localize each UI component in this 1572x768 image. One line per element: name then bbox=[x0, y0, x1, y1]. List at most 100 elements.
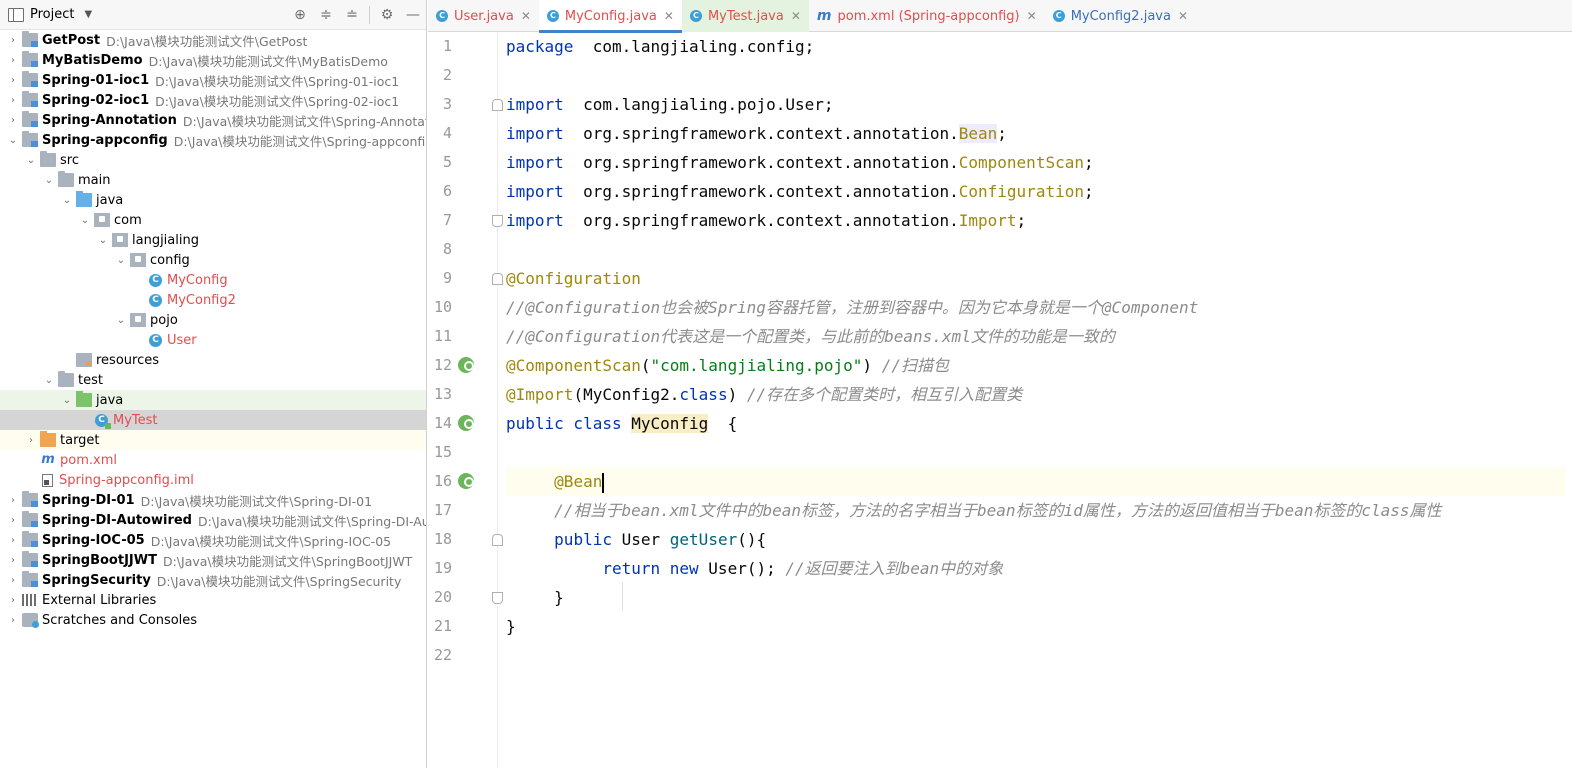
chevron-right-icon[interactable]: › bbox=[6, 35, 20, 46]
chevron-right-icon[interactable]: › bbox=[6, 535, 20, 546]
tree-item[interactable]: ⌄ main bbox=[0, 170, 426, 190]
gear-icon[interactable]: ⚙ bbox=[374, 2, 400, 28]
editor-tab[interactable]: C User.java ✕ bbox=[428, 0, 539, 32]
tree-item[interactable]: › MyBatisDemo D:\Java\模块功能测试文件\MyBatisDemo bbox=[0, 50, 426, 70]
tree-item[interactable]: ›CUser bbox=[0, 330, 426, 350]
tree-item[interactable]: › Spring-01-ioc1 D:\Java\模块功能测试文件\Spring-0… bbox=[0, 70, 426, 90]
module-icon bbox=[22, 571, 38, 587]
code-token: @Import bbox=[506, 385, 574, 404]
tree-item[interactable]: › Spring-DI-Autowired D:\Java\模块功能测试文件\Spr… bbox=[0, 510, 426, 530]
tree-item[interactable]: ⌄ Spring-appconfig D:\Java\模块功能测试文件\Spring… bbox=[0, 130, 426, 150]
close-icon[interactable]: ✕ bbox=[1027, 9, 1037, 23]
chevron-right-icon[interactable]: › bbox=[6, 55, 20, 66]
module-icon bbox=[22, 491, 38, 507]
collapse-all-icon[interactable]: ≐ bbox=[339, 2, 365, 28]
chevron-down-icon[interactable]: ⌄ bbox=[60, 395, 74, 406]
tree-item-label: SpringSecurity bbox=[42, 572, 151, 588]
close-icon[interactable]: ✕ bbox=[791, 9, 801, 23]
tree-item[interactable]: ⌄ com bbox=[0, 210, 426, 230]
tree-item[interactable]: ›Spring-appconfig.iml bbox=[0, 470, 426, 490]
libraries-icon bbox=[22, 594, 38, 606]
code-token: package bbox=[506, 37, 574, 56]
spring-bean-icon[interactable] bbox=[458, 415, 474, 431]
chevron-down-icon[interactable]: ▼ bbox=[84, 9, 92, 20]
fold-icon[interactable] bbox=[492, 273, 503, 285]
fold-icon[interactable] bbox=[492, 99, 503, 111]
chevron-down-icon[interactable]: ⌄ bbox=[114, 315, 128, 326]
tree-item[interactable]: › Scratches and Consoles bbox=[0, 610, 426, 630]
close-icon[interactable]: ✕ bbox=[521, 9, 531, 23]
code-token: ( bbox=[640, 356, 651, 375]
chevron-down-icon[interactable]: ⌄ bbox=[114, 255, 128, 266]
chevron-right-icon[interactable]: › bbox=[6, 515, 20, 526]
chevron-down-icon[interactable]: ⌄ bbox=[42, 375, 56, 386]
close-icon[interactable]: ✕ bbox=[664, 9, 674, 23]
code-token: com.langjialing.pojo.User; bbox=[563, 95, 834, 114]
chevron-right-icon[interactable]: › bbox=[6, 495, 20, 506]
code-line: public class MyConfig { bbox=[506, 409, 1566, 438]
tree-item[interactable]: ⌄ src bbox=[0, 150, 426, 170]
tree-item[interactable]: ›resources bbox=[0, 350, 426, 370]
indent-guide bbox=[622, 582, 623, 611]
line-number: 19 bbox=[433, 559, 452, 577]
chevron-right-icon[interactable]: › bbox=[6, 555, 20, 566]
tree-item[interactable]: ⌄ java bbox=[0, 390, 426, 410]
editor-tab-label: MyConfig.java bbox=[564, 8, 657, 24]
fold-icon[interactable] bbox=[492, 215, 503, 227]
tree-item[interactable]: › Spring-Annotation D:\Java\模块功能测试文件\Sprin… bbox=[0, 110, 426, 130]
project-panel-title[interactable]: Project bbox=[30, 7, 74, 22]
chevron-right-icon[interactable]: › bbox=[6, 595, 20, 606]
fold-icon[interactable] bbox=[492, 592, 503, 604]
chevron-right-icon[interactable]: › bbox=[24, 435, 38, 446]
chevron-down-icon[interactable]: ⌄ bbox=[24, 155, 38, 166]
chevron-down-icon[interactable]: ⌄ bbox=[6, 135, 20, 146]
editor-tab[interactable]: C MyConfig2.java ✕ bbox=[1045, 0, 1196, 32]
class-icon: C bbox=[149, 273, 162, 287]
tree-item[interactable]: › Spring-DI-01 D:\Java\模块功能测试文件\Spring-DI-… bbox=[0, 490, 426, 510]
tree-item[interactable]: ›CMyConfig2 bbox=[0, 290, 426, 310]
tree-item-label: Scratches and Consoles bbox=[42, 612, 198, 628]
tree-item[interactable]: › SpringSecurity D:\Java\模块功能测试文件\SpringSe… bbox=[0, 570, 426, 590]
tree-item[interactable]: › target bbox=[0, 430, 426, 450]
tree-item[interactable]: ⌄ pojo bbox=[0, 310, 426, 330]
locate-icon[interactable]: ⊕ bbox=[287, 2, 313, 28]
code-token: import bbox=[506, 124, 564, 143]
chevron-right-icon[interactable]: › bbox=[6, 115, 20, 126]
tree-item[interactable]: › SpringBootJJWT D:\Java\模块功能测试文件\SpringBo… bbox=[0, 550, 426, 570]
tree-item[interactable]: › Spring-02-ioc1 D:\Java\模块功能测试文件\Spring-0… bbox=[0, 90, 426, 110]
tree-item-label: target bbox=[60, 432, 100, 448]
tree-item[interactable]: › GetPost D:\Java\模块功能测试文件\GetPost bbox=[0, 30, 426, 50]
chevron-down-icon[interactable]: ⌄ bbox=[78, 215, 92, 226]
fold-icon[interactable] bbox=[492, 534, 503, 546]
code-token: (){ bbox=[737, 530, 767, 549]
tree-item[interactable]: › External Libraries bbox=[0, 590, 426, 610]
chevron-right-icon[interactable]: › bbox=[6, 575, 20, 586]
chevron-down-icon[interactable]: ⌄ bbox=[60, 195, 74, 206]
code-token: ComponentScan bbox=[958, 153, 1084, 172]
tree-item[interactable]: ›CMyConfig bbox=[0, 270, 426, 290]
chevron-right-icon[interactable]: › bbox=[6, 75, 20, 86]
editor-tab[interactable]: m pom.xml (Spring-appconfig) ✕ bbox=[809, 0, 1045, 32]
spring-bean-icon[interactable] bbox=[458, 357, 474, 373]
chevron-right-icon[interactable]: › bbox=[6, 95, 20, 106]
tree-item[interactable]: › Spring-IOC-05 D:\Java\模块功能测试文件\Spring-IO… bbox=[0, 530, 426, 550]
expand-all-icon[interactable]: ≑ bbox=[313, 2, 339, 28]
editor-tab[interactable]: C MyConfig.java ✕ bbox=[538, 0, 682, 33]
module-file-icon bbox=[42, 473, 53, 487]
tree-item[interactable]: ›mpom.xml bbox=[0, 450, 426, 470]
spring-bean-icon[interactable] bbox=[458, 473, 474, 489]
tree-item[interactable]: ⌄ test bbox=[0, 370, 426, 390]
folder-icon bbox=[58, 171, 74, 187]
tree-item[interactable]: ⌄ java bbox=[0, 190, 426, 210]
code-token: org.springframework.context.annotation. bbox=[563, 153, 959, 172]
chevron-down-icon[interactable]: ⌄ bbox=[96, 235, 110, 246]
chevron-down-icon[interactable]: ⌄ bbox=[42, 175, 56, 186]
chevron-right-icon[interactable]: › bbox=[6, 615, 20, 626]
editor-tab[interactable]: C MyTest.java ✕ bbox=[681, 0, 809, 32]
close-icon[interactable]: ✕ bbox=[1178, 9, 1188, 23]
minimize-icon[interactable]: — bbox=[400, 2, 426, 28]
tree-item[interactable]: ⌄ config bbox=[0, 250, 426, 270]
tree-item[interactable]: ⌄ langjialing bbox=[0, 230, 426, 250]
tree-item[interactable]: ›CMyTest bbox=[0, 410, 426, 430]
